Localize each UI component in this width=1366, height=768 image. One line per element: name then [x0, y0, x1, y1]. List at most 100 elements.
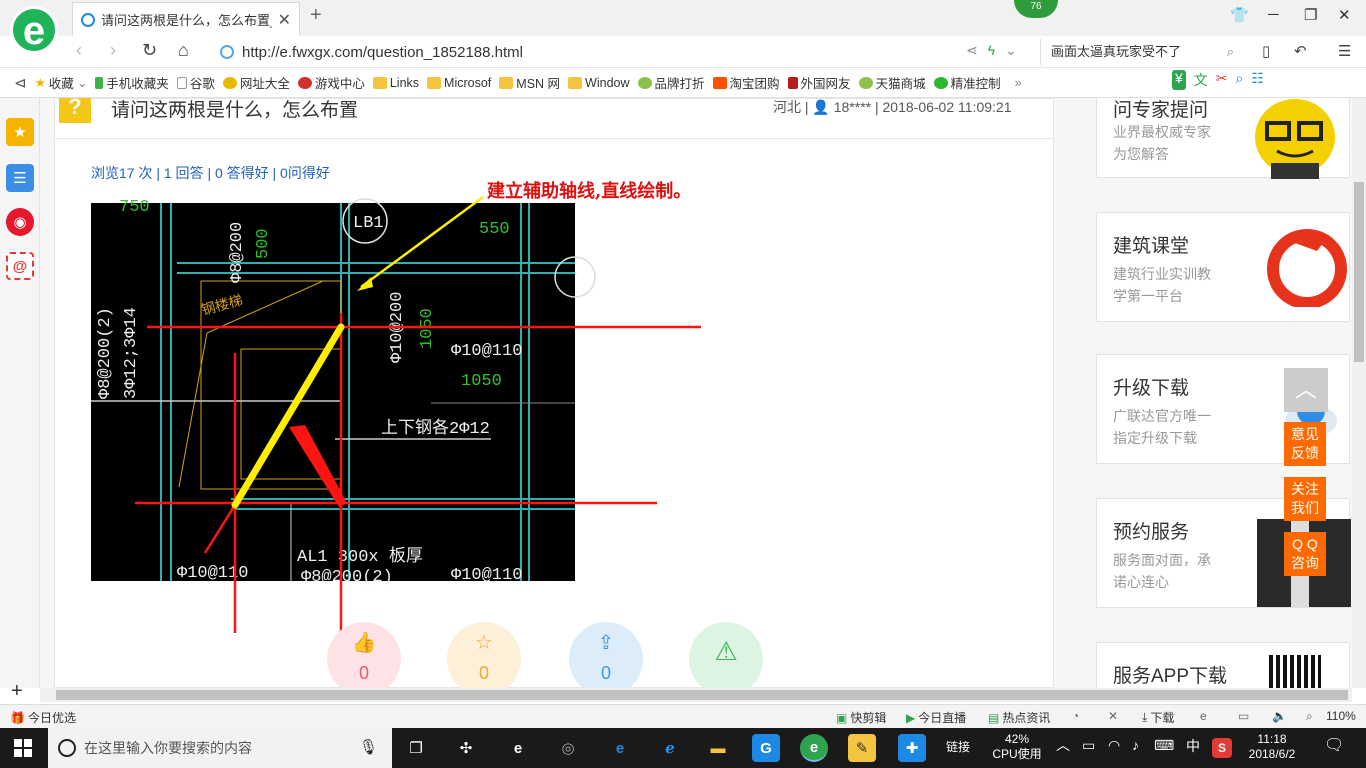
home-icon[interactable]: ⌂ — [178, 40, 189, 61]
search-icon[interactable]: ⌕ — [1227, 39, 1234, 65]
bookmark-google[interactable]: 谷歌 — [176, 73, 215, 92]
live-today[interactable]: ▶ 今日直播 — [906, 709, 966, 726]
quick-edit[interactable]: ▣ 快剪辑 — [836, 709, 886, 726]
notification-icon[interactable]: 🗨 — [1324, 738, 1344, 754]
zoom-icon[interactable]: ⌕ — [1306, 709, 1313, 724]
bookmark-mobile[interactable]: 手机收藏夹 — [95, 73, 169, 92]
spiral-app-icon[interactable]: ◎ — [554, 734, 582, 762]
volume-icon[interactable]: ♪ — [1132, 738, 1139, 753]
translate-icon[interactable]: 文 — [1194, 70, 1208, 90]
close-window-button[interactable]: ✕ — [1338, 6, 1351, 24]
new-tab-button[interactable]: + — [310, 4, 322, 27]
sound-icon[interactable]: 🔈 — [1272, 709, 1287, 723]
daily-picks[interactable]: 🎁 今日优选 — [10, 709, 76, 726]
minimize-button[interactable]: ─ — [1268, 6, 1279, 23]
browser-logo-icon[interactable]: e — [10, 6, 58, 54]
chevron-down-icon[interactable]: ⌄ — [1005, 42, 1017, 59]
collapse-sidebar-icon[interactable]: ⊲ — [14, 74, 27, 92]
bookmark-tmall[interactable]: 天猫商城 — [858, 73, 926, 92]
vertical-scroll-thumb[interactable] — [1354, 182, 1364, 362]
file-explorer-icon[interactable]: ▬ — [704, 734, 732, 762]
reader-icon[interactable]: ☰ — [6, 164, 34, 192]
add-sidebar-icon[interactable]: + — [11, 680, 23, 703]
question-image[interactable]: LB1 750 550 500 Φ8@200 Φ10@200 1050 Φ10@… — [91, 195, 701, 681]
ie-icon[interactable]: e — [1200, 709, 1207, 723]
ie-browser-icon[interactable]: e — [504, 734, 532, 762]
tray-chevron-icon[interactable]: ︿ — [1056, 738, 1070, 753]
search-box[interactable]: 画面太逼真玩家受不了 ⌕ — [1040, 39, 1240, 65]
vertical-scrollbar[interactable] — [1352, 98, 1366, 688]
battery-icon[interactable]: ▭ — [1082, 738, 1095, 753]
wifi-icon[interactable]: ◠ — [1108, 738, 1120, 753]
report-button[interactable]: ⚠ — [689, 622, 763, 688]
window-icon[interactable]: ▭ — [1238, 709, 1249, 723]
horizontal-scrollbar[interactable] — [40, 688, 1352, 702]
back-icon[interactable]: ‹ — [76, 40, 82, 61]
more-bookmarks-icon[interactable]: » — [1015, 76, 1022, 90]
bookmark-favorites[interactable]: ★ 收藏 ⌄ — [35, 73, 88, 92]
back-to-top-button[interactable]: ︿ — [1284, 368, 1328, 412]
refresh-icon[interactable]: ↻ — [142, 40, 157, 61]
notification-badge[interactable]: 76 — [1014, 0, 1058, 18]
speed-icon[interactable]: ◔ — [1072, 709, 1079, 723]
bookmark-foreign[interactable]: 外国网友 — [787, 73, 851, 92]
bookmark-links[interactable]: Links — [372, 76, 419, 90]
shield-icon[interactable]: ¥ — [1172, 70, 1186, 90]
tool-search-icon[interactable]: ⌕ — [1236, 70, 1244, 90]
browser-tab[interactable]: 请问这两根是什么，怎么布置_广 ✕ — [72, 2, 300, 36]
share-icon[interactable]: ⋖ — [966, 42, 978, 59]
restore-button[interactable]: ❐ — [1304, 6, 1317, 24]
undo-icon[interactable]: ↶ — [1294, 42, 1307, 60]
qq-consult-button[interactable]: Q Q 咨询 — [1284, 532, 1326, 576]
links-label[interactable]: 链接 — [946, 740, 970, 755]
like-button[interactable]: 👍 0 — [327, 622, 401, 688]
sogou-icon[interactable]: S — [1212, 738, 1232, 758]
bookmark-windows[interactable]: Window — [568, 76, 630, 90]
weibo-icon[interactable]: ◉ — [6, 208, 34, 236]
browser-taskbar-icon[interactable]: e — [800, 734, 828, 762]
shirt-skin-icon[interactable]: 👕 — [1230, 6, 1249, 24]
mobile-icon[interactable]: ▯ — [1262, 42, 1270, 60]
fan-app-icon[interactable]: ✣ — [452, 734, 480, 762]
bookmark-msn[interactable]: MSN 网 — [499, 73, 560, 92]
edge-icon[interactable]: e — [606, 734, 634, 762]
tab-close-icon[interactable]: ✕ — [278, 10, 291, 30]
card-ask-expert[interactable]: 问专家提问 业界最权威专家 为您解答 — [1096, 98, 1350, 179]
hot-news[interactable]: ▤ 热点资讯 — [988, 709, 1050, 726]
feedback-button[interactable]: 意见 反馈 — [1284, 422, 1326, 466]
bookmark-games[interactable]: 游戏中心 — [297, 73, 365, 92]
horizontal-scroll-thumb[interactable] — [56, 690, 1348, 700]
url-field[interactable]: http://e.fwxgx.com/question_1852188.html — [220, 39, 1040, 65]
follow-us-button[interactable]: 关注 我们 — [1284, 477, 1326, 521]
card-app-download[interactable]: 服务APP下载 — [1096, 642, 1350, 688]
bookmark-microsoft[interactable]: Microsof — [427, 76, 491, 90]
mail-icon[interactable]: @ — [6, 252, 34, 280]
scissors-icon[interactable]: ✂ — [1216, 70, 1228, 90]
clock[interactable]: 11:18 2018/6/2 — [1242, 732, 1302, 762]
forward-icon[interactable]: › — [110, 40, 116, 61]
favorite-button[interactable]: ☆ 0 — [447, 622, 521, 688]
internet-explorer-icon[interactable]: ℯ — [656, 734, 684, 762]
card-building-class[interactable]: 建筑课堂 建筑行业实训教 学第一平台 — [1096, 212, 1350, 322]
windows-start-icon[interactable] — [14, 739, 32, 757]
plus-app-icon[interactable]: ✚ — [898, 734, 926, 762]
share-button[interactable]: ⇪ 0 — [569, 622, 643, 688]
bookmark-taobao[interactable]: 淘宝团购 — [712, 73, 780, 92]
zoom-level[interactable]: 110% — [1326, 709, 1356, 723]
lightning-icon[interactable]: ϟ — [988, 42, 995, 59]
favorites-star-icon[interactable]: ★ — [6, 118, 34, 146]
bookmark-precise[interactable]: 精准控制 — [933, 73, 1001, 92]
notes-app-icon[interactable]: ✎ — [848, 734, 876, 762]
menu-icon[interactable]: ☰ — [1338, 42, 1351, 60]
grid-menu-icon[interactable]: ☷ — [1251, 70, 1264, 90]
tool-icon[interactable]: ✕ — [1108, 709, 1118, 723]
microphone-icon[interactable]: 🎙 — [359, 738, 378, 756]
taskbar-search-input[interactable]: 在这里输入你要搜索的内容 🎙 — [48, 728, 392, 768]
downloads[interactable]: ⤓ 下载 — [1142, 709, 1174, 726]
ime-indicator[interactable]: 中 — [1186, 739, 1200, 754]
bookmark-brands[interactable]: 品牌打折 — [637, 73, 705, 92]
bookmark-sites[interactable]: 网址大全 — [222, 73, 290, 92]
question-stats[interactable]: 浏览17 次 | 1 回答 | 0 答得好 | 0问得好 — [91, 163, 330, 183]
keyboard-icon[interactable]: ⌨ — [1154, 738, 1174, 753]
task-view-icon[interactable]: ❐ — [402, 734, 430, 762]
